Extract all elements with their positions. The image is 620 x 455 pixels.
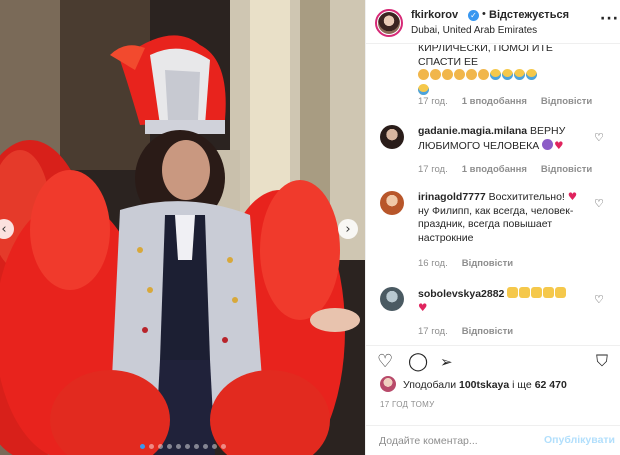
verified-badge-icon: ✓	[468, 10, 479, 21]
post-comment-button[interactable]: Опублікувати	[544, 434, 615, 446]
post-side-panel: fkirkorov ✓ • Відстежується Dubai, Unite…	[365, 0, 620, 455]
carousel-indicator	[0, 444, 365, 449]
carousel-dot	[175, 444, 181, 449]
commenter-username[interactable]: irinagold7777	[418, 191, 486, 203]
comment-meta: 17 год. 1 вподобання Відповісти	[418, 96, 592, 107]
comment-meta: 16 год. Відповісти	[418, 258, 513, 269]
header-separator: •	[482, 8, 486, 20]
comment-likes[interactable]: 1 вподобання	[462, 164, 527, 175]
more-options-icon[interactable]: ···	[600, 11, 619, 27]
comment-text: irinagold7777 Восхитительно! ♥ ну Филипп…	[418, 191, 598, 245]
commenter-username[interactable]: gadanie.magia.milana	[418, 125, 527, 137]
comment-text: gadanie.magia.milana ВЕРНУ ЛЮБИМОГО ЧЕЛО…	[418, 125, 598, 153]
carousel-dot	[211, 444, 217, 449]
commenter-avatar[interactable]	[380, 125, 404, 149]
post-timestamp[interactable]: 17 ГОД ТОМУ	[380, 400, 435, 409]
carousel-next-button[interactable]: ›	[338, 219, 358, 239]
comment-meta: 17 год. 1 вподобання Відповісти	[418, 164, 592, 175]
liker-avatar[interactable]	[380, 376, 396, 392]
carousel-dot	[202, 444, 208, 449]
commenter-avatar[interactable]	[380, 191, 404, 215]
comment-emojis	[507, 287, 567, 300]
post-location[interactable]: Dubai, United Arab Emirates	[411, 25, 537, 36]
comment-icon[interactable]: ◯	[408, 351, 428, 372]
comment-text: КИРЛИЧЕСКИ, ПОМОГИТЕ СПАСТИ ЕЕ	[418, 45, 598, 98]
comment-time[interactable]: 16 год.	[418, 258, 448, 269]
commenter-username[interactable]: sobolevskya2882	[418, 288, 504, 300]
post-actions: ♡ ◯ ➢ ⛉	[366, 345, 620, 375]
reply-button[interactable]: Відповісти	[462, 258, 513, 269]
carousel-dot	[139, 444, 145, 449]
send-icon[interactable]: ➢	[440, 353, 453, 371]
comment-emojis	[418, 83, 430, 97]
reply-button[interactable]: Відповісти	[462, 326, 513, 337]
comment-likes[interactable]: 1 вподобання	[462, 96, 527, 107]
following-status-button[interactable]: Відстежується	[489, 9, 569, 21]
chevron-right-icon: ›	[345, 221, 351, 237]
post-image[interactable]: ‹ ›	[0, 0, 365, 455]
emoji	[542, 138, 554, 150]
chevron-left-icon: ‹	[1, 221, 7, 237]
heart-emoji: ♥	[554, 139, 564, 152]
bookmark-icon[interactable]: ⛉	[596, 351, 608, 371]
commenter-avatar[interactable]	[380, 287, 404, 311]
likes-count[interactable]: 62 470	[535, 379, 567, 391]
comment-input[interactable]	[379, 433, 539, 449]
comment-text: sobolevskya2882 ♥	[418, 287, 598, 315]
reply-button[interactable]: Відповісти	[541, 96, 592, 107]
like-comment-icon[interactable]: ♡	[594, 131, 604, 144]
carousel-dot	[157, 444, 163, 449]
author-username[interactable]: fkirkorov	[411, 9, 458, 21]
performer-photo	[0, 0, 365, 455]
like-comment-icon[interactable]: ♡	[594, 197, 604, 210]
comment-time[interactable]: 17 год.	[418, 96, 448, 107]
like-comment-icon[interactable]: ♡	[594, 293, 604, 306]
comment-time[interactable]: 17 год.	[418, 164, 448, 175]
likes-text[interactable]: Уподобали 100tskaya і ще 62 470	[403, 379, 567, 391]
liker-username[interactable]: 100tskaya	[459, 379, 509, 391]
comment-body: КИРЛИЧЕСКИ, ПОМОГИТЕ СПАСТИ ЕЕ	[418, 45, 553, 68]
comment-emojis	[418, 69, 538, 82]
carousel-dot	[148, 444, 154, 449]
likes-prefix: Уподобали	[403, 379, 457, 391]
heart-emoji: ♥	[567, 191, 578, 203]
reply-button[interactable]: Відповісти	[541, 164, 592, 175]
likes-summary: Уподобали 100tskaya і ще 62 470	[366, 374, 620, 396]
comment-meta: 17 год. Відповісти	[418, 326, 513, 337]
comment-time[interactable]: 17 год.	[418, 326, 448, 337]
carousel-dot	[184, 444, 190, 449]
comment-body-continued: ну Филипп, как всегда, человек-праздник,…	[418, 204, 574, 244]
heart-emoji: ♥	[418, 301, 428, 314]
likes-middle: і ще	[512, 379, 532, 391]
heart-icon[interactable]: ♡	[377, 351, 393, 372]
carousel-dot	[193, 444, 199, 449]
carousel-dot	[166, 444, 172, 449]
carousel-dot	[220, 444, 226, 449]
author-avatar[interactable]	[375, 9, 403, 37]
comment-composer: Опублікувати	[366, 425, 620, 455]
post-header: fkirkorov ✓ • Відстежується Dubai, Unite…	[366, 0, 620, 44]
comment-body: Восхитительно!	[488, 191, 565, 203]
comments-list: КИРЛИЧЕСКИ, ПОМОГИТЕ СПАСТИ ЕЕ 17 год. 1…	[366, 45, 620, 345]
